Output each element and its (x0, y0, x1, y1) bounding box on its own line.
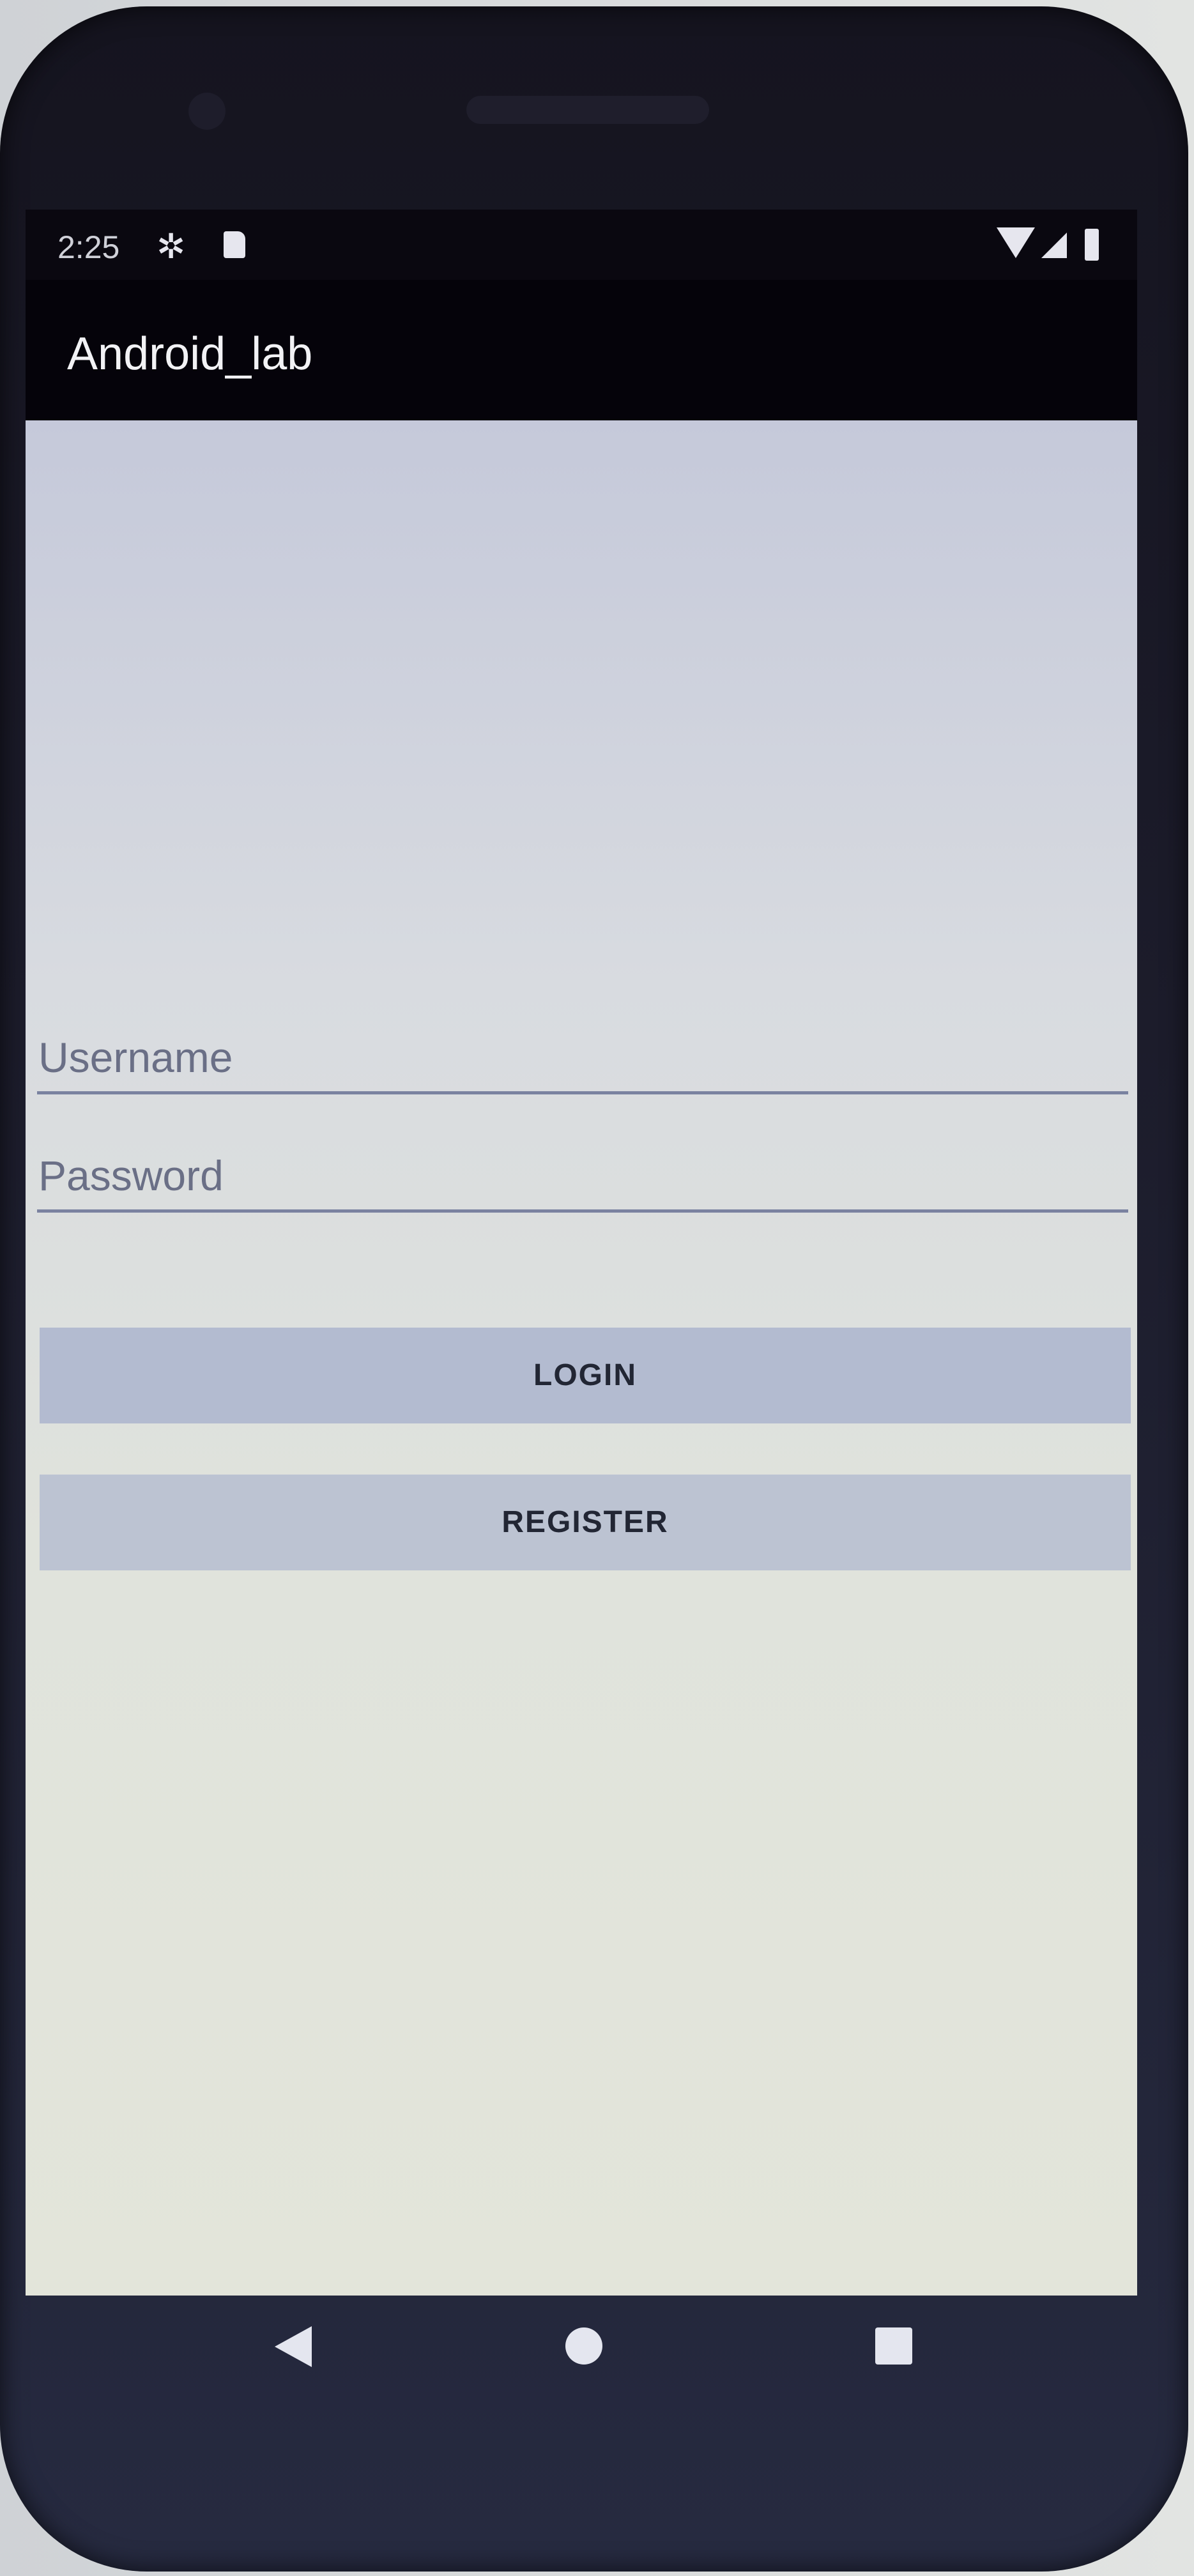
recents-icon[interactable] (875, 2327, 912, 2365)
login-content: LOGIN REGISTER (26, 420, 1137, 2296)
front-camera (188, 93, 226, 130)
home-icon[interactable] (565, 2327, 602, 2365)
username-field (37, 1021, 1129, 1094)
register-button[interactable]: REGISTER (40, 1475, 1131, 1570)
app-title: Android_lab (67, 328, 313, 379)
login-button[interactable]: LOGIN (40, 1328, 1131, 1423)
settings-gear-icon: ✲ (157, 227, 186, 266)
earpiece-speaker (466, 96, 709, 124)
password-input[interactable] (37, 1147, 1129, 1204)
username-input[interactable] (37, 1029, 1129, 1086)
wifi-icon (997, 227, 1035, 258)
cell-signal-icon (1041, 233, 1067, 258)
navigation-bar (26, 2296, 1137, 2404)
back-icon[interactable] (275, 2326, 312, 2367)
phone-frame: 2:25 ✲ Android_lab LOGIN REGISTER (0, 6, 1188, 2572)
password-field (37, 1139, 1129, 1213)
status-time: 2:25 (57, 229, 120, 265)
app-bar: Android_lab (26, 280, 1137, 420)
battery-icon (1085, 229, 1099, 261)
device-screen: 2:25 ✲ Android_lab LOGIN REGISTER (26, 210, 1137, 2296)
sd-card-icon (224, 231, 245, 258)
status-bar: 2:25 ✲ (26, 210, 1137, 280)
